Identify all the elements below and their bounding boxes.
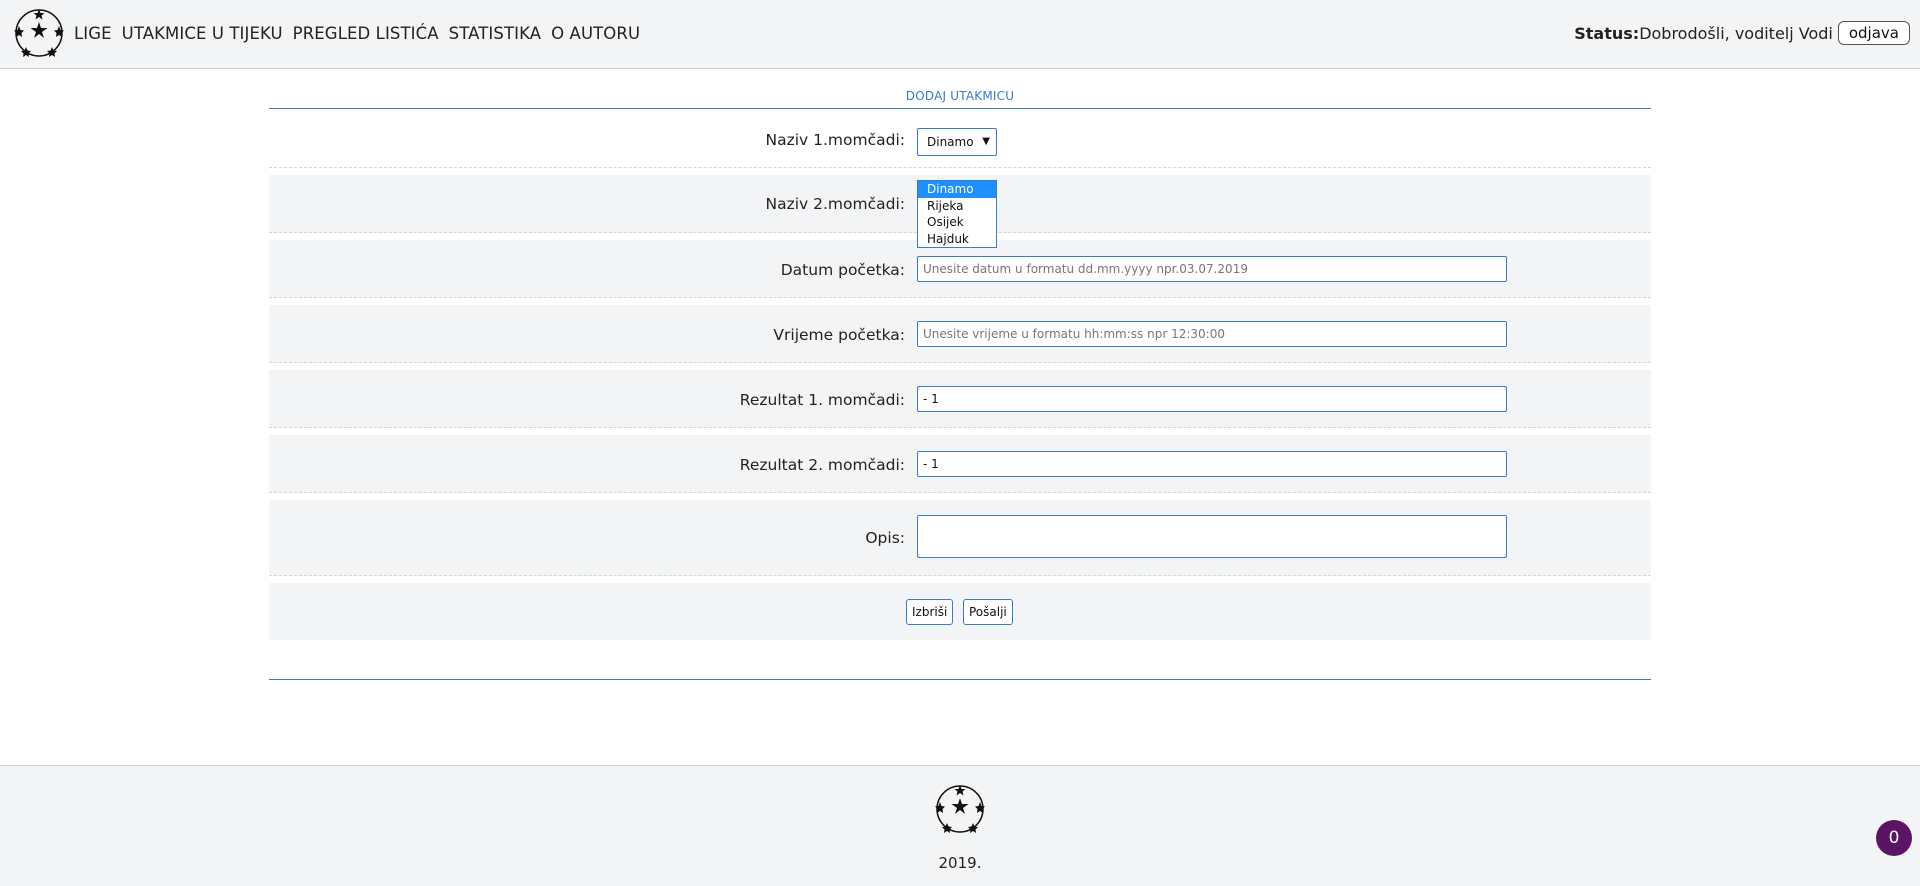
row-result1: Rezultat 1. momčadi: (269, 370, 1651, 428)
clear-button[interactable]: Izbriši (906, 599, 954, 625)
row-team1: Naziv 1.momčadi: Dinamo ▼ (269, 110, 1651, 168)
date-input[interactable] (917, 256, 1507, 282)
option-dinamo[interactable]: Dinamo (918, 181, 996, 198)
time-input[interactable] (917, 321, 1507, 347)
result2-input[interactable] (917, 451, 1507, 477)
row-date: Datum početka: (269, 240, 1651, 298)
starball-icon (935, 785, 985, 833)
row-result2: Rezultat 2. momčadi: (269, 435, 1651, 493)
team1-dropdown: Dinamo Rijeka Osijek Hajduk (917, 180, 997, 248)
description-label: Opis: (865, 529, 905, 547)
result1-input[interactable] (917, 386, 1507, 412)
footer-year: 2019. (938, 854, 982, 872)
user-status: Status: Dobrodošli, voditelj Vodi odjava (1574, 21, 1910, 45)
status-label: Status: (1574, 23, 1640, 43)
status-text: Dobrodošli, voditelj Vodi (1639, 23, 1833, 43)
starball-icon[interactable] (14, 8, 64, 58)
result2-label: Rezultat 2. momčadi: (739, 456, 905, 474)
page-footer: 2019. (0, 765, 1920, 886)
row-buttons: Izbriši Pošalji (269, 583, 1651, 640)
option-osijek[interactable]: Osijek (918, 214, 996, 231)
time-label: Vrijeme početka: (773, 326, 905, 344)
submit-button[interactable]: Pošalji (963, 599, 1013, 625)
team1-select[interactable]: Dinamo ▼ (917, 128, 997, 156)
main-nav: LIGE UTAKMICE U TIJEKU PREGLED LISTIĆA S… (74, 24, 640, 43)
result1-label: Rezultat 1. momčadi: (739, 391, 905, 409)
option-rijeka[interactable]: Rijeka (918, 198, 996, 215)
team1-selected-value: Dinamo (927, 135, 974, 149)
form-bottom-divider (269, 679, 1651, 680)
description-textarea[interactable] (917, 515, 1507, 558)
notification-badge[interactable]: 0 (1876, 820, 1912, 856)
row-time: Vrijeme početka: (269, 305, 1651, 363)
nav-statistika[interactable]: STATISTIKA (449, 24, 541, 43)
add-match-form: DODAJ UTAKMICU Naziv 1.momčadi: Dinamo ▼… (269, 82, 1651, 680)
nav-o-autoru[interactable]: O AUTORU (551, 24, 640, 43)
caret-down-icon: ▼ (982, 136, 990, 147)
nav-utakmice-u-tijeku[interactable]: UTAKMICE U TIJEKU (122, 24, 283, 43)
team1-label: Naziv 1.momčadi: (765, 131, 906, 149)
nav-lige[interactable]: LIGE (74, 24, 112, 43)
logout-button[interactable]: odjava (1837, 21, 1910, 45)
nav-pregled-listica[interactable]: PREGLED LISTIĆA (293, 24, 439, 43)
option-hajduk[interactable]: Hajduk (918, 231, 996, 248)
form-title: DODAJ UTAKMICU (269, 82, 1651, 109)
top-header: LIGE UTAKMICE U TIJEKU PREGLED LISTIĆA S… (0, 0, 1920, 69)
date-label: Datum početka: (780, 261, 905, 279)
team2-label: Naziv 2.momčadi: (765, 195, 906, 213)
row-description: Opis: (269, 500, 1651, 576)
